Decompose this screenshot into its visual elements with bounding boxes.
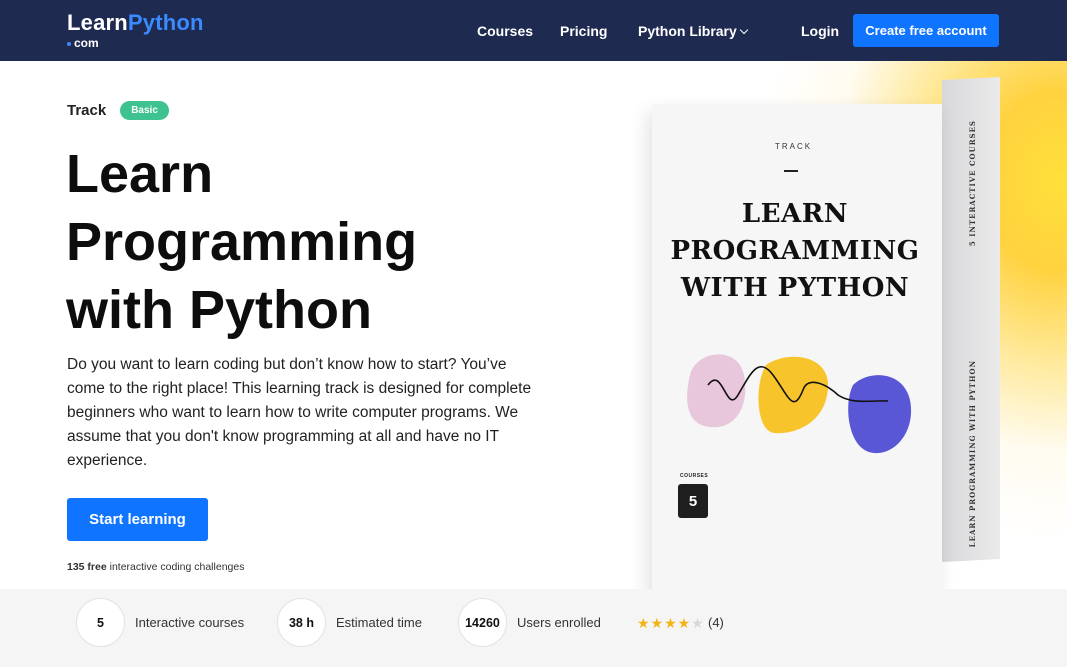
abstract-shapes-icon [687, 354, 912, 454]
title-line: with Python [66, 280, 372, 340]
top-nav: LearnPython com Courses Pricing Python L… [0, 0, 1067, 61]
nav-login[interactable]: Login [801, 22, 839, 40]
nav-courses[interactable]: Courses [477, 22, 533, 40]
track-label: Track [67, 102, 107, 119]
stat-label: Users enrolled [517, 615, 601, 630]
stat-courses: 5 Interactive courses [76, 598, 244, 647]
free-note-text: interactive coding challenges [109, 561, 245, 573]
free-count: 135 free [67, 561, 107, 573]
stat-label: Interactive courses [135, 615, 245, 630]
box-courses-count: 5 [678, 484, 708, 518]
stat-value: 5 [76, 598, 125, 647]
rating-count[interactable]: (4) [708, 615, 724, 630]
box-courses-label: COURSES [680, 473, 709, 479]
rating-stars-icon: ★★★★★ [637, 615, 705, 632]
logo-wordmark: LearnPython [67, 10, 204, 35]
track-row: Track Basic [67, 101, 169, 120]
nav-python-library-label: Python Library [638, 23, 737, 39]
chevron-down-icon [739, 25, 749, 35]
create-account-button[interactable]: Create free account [853, 14, 999, 47]
nav-pricing[interactable]: Pricing [560, 22, 607, 40]
box-title-line: PROGRAMMING [670, 236, 920, 266]
logo[interactable]: LearnPython com [67, 10, 204, 50]
start-learning-button[interactable]: Start learning [67, 498, 208, 541]
stat-users: 14260 Users enrolled [458, 598, 601, 647]
box-side-text-bottom: LEARN PROGRAMMING WITH PYTHON [968, 360, 977, 548]
level-badge: Basic [120, 101, 169, 120]
product-box-image: TRACK LEARN PROGRAMMING WITH PYTHON COUR… [640, 76, 1010, 632]
track-description: Do you want to learn coding but don’t kn… [67, 356, 532, 469]
box-title: LEARN PROGRAMMING WITH PYTHON [670, 196, 920, 307]
stat-time: 38 h Estimated time [277, 598, 422, 647]
free-challenges-note: 135 free interactive coding challenges [67, 561, 244, 573]
stars-empty: ★ [691, 615, 705, 631]
logo-subtext: com [67, 36, 204, 50]
stat-value: 38 h [277, 598, 326, 647]
logo-dot-icon [67, 41, 71, 46]
box-divider [784, 170, 798, 172]
page-title: Learn Programming with Python [66, 140, 586, 344]
box-track-label: TRACK [775, 142, 813, 151]
stats-bar: 5 Interactive courses 38 h Estimated tim… [0, 589, 1067, 667]
stat-value: 14260 [458, 598, 507, 647]
box-side-text-top: 5 INTERACTIVE COURSES [968, 120, 977, 247]
box-title-line: WITH PYTHON [680, 273, 910, 303]
stat-label: Estimated time [336, 615, 422, 630]
stars-filled: ★★★★ [637, 615, 692, 631]
title-line: Learn [66, 144, 214, 204]
nav-python-library[interactable]: Python Library [638, 22, 749, 40]
box-title-line: LEARN [741, 199, 849, 229]
title-line: Programming [66, 212, 418, 272]
